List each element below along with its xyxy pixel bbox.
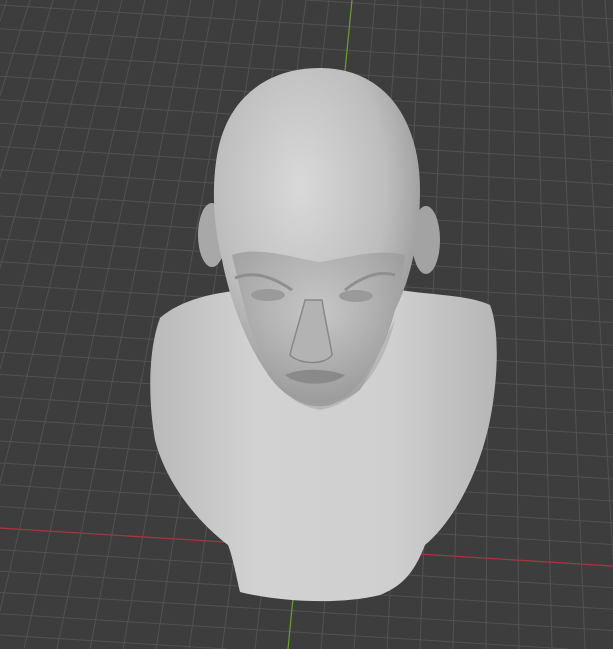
grid-line [306, 0, 613, 20]
grid-line [558, 0, 586, 649]
grid-line [0, 613, 568, 649]
grid-line [535, 0, 553, 649]
3d-viewport[interactable] [0, 0, 613, 649]
grid-line [0, 0, 31, 96]
eye-left [251, 289, 285, 301]
grid-line [512, 0, 520, 649]
grid-line [0, 0, 8, 22]
grid-line [0, 634, 227, 649]
bust-mesh[interactable] [150, 68, 497, 602]
grid-line [23, 0, 169, 649]
grid-line [0, 4, 613, 44]
viewport-canvas[interactable] [0, 0, 613, 649]
eye-right [339, 290, 373, 302]
grid-line [604, 0, 613, 113]
grid-line [581, 0, 613, 559]
grid-line [0, 28, 613, 68]
grid-line [0, 0, 123, 483]
grid-line [0, 0, 146, 612]
grid-line [0, 0, 54, 178]
